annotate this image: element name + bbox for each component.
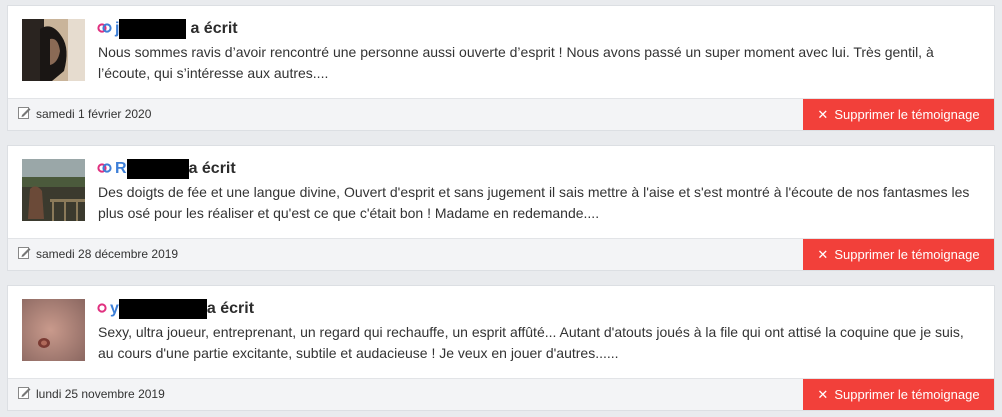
testimonial-headline: Ra écrit: [97, 159, 236, 179]
testimonial-date: samedi 28 décembre 2019: [18, 247, 178, 261]
close-icon: ✕: [817, 386, 829, 402]
author-name[interactable]: R: [115, 160, 127, 177]
testimonial-date: lundi 25 novembre 2019: [18, 387, 165, 401]
testimonial-date: samedi 1 février 2020: [18, 107, 151, 121]
testimonial-footer: samedi 1 février 2020 ✕ Supprimer le témo…: [8, 98, 994, 130]
delete-testimonial-button[interactable]: ✕ Supprimer le témoignage: [803, 99, 994, 130]
testimonial-list: ja écrit Nous sommes ravis d’avoir renco…: [0, 0, 1002, 417]
testimonial-headline: ja écrit: [97, 19, 238, 39]
close-icon: ✕: [817, 106, 829, 122]
date-label: samedi 1 février 2020: [36, 107, 152, 121]
testimonial-body: y a écrit Sexy, ultra joueur, entreprenan…: [8, 286, 994, 378]
delete-label: Supprimer le témoignage: [834, 247, 980, 262]
testimonial-text: Sexy, ultra joueur, entreprenant, un reg…: [98, 324, 964, 361]
single-ring-icon: [97, 303, 107, 313]
double-ring-icon: [97, 163, 112, 173]
edit-icon: [18, 387, 31, 400]
delete-testimonial-button[interactable]: ✕ Supprimer le témoignage: [803, 379, 994, 410]
edit-icon: [18, 247, 31, 260]
testimonial-card: Ra écrit Des doigts de fée et une langue…: [7, 145, 995, 271]
wrote-label: a écrit: [188, 160, 236, 177]
date-label: samedi 28 décembre 2019: [36, 247, 179, 261]
testimonial-body: ja écrit Nous sommes ravis d’avoir renco…: [8, 6, 994, 98]
testimonial-text: Nous sommes ravis d’avoir rencontré une …: [98, 44, 934, 81]
wrote-label: a écrit: [190, 20, 238, 37]
testimonial-card: ja écrit Nous sommes ravis d’avoir renco…: [7, 5, 995, 131]
date-label: lundi 25 novembre 2019: [36, 387, 165, 401]
close-icon: ✕: [817, 246, 829, 262]
testimonial-headline: y a écrit: [97, 299, 254, 319]
redacted-name: [118, 299, 207, 319]
testimonial-card: y a écrit Sexy, ultra joueur, entreprenan…: [7, 285, 995, 411]
avatar[interactable]: [22, 19, 85, 81]
delete-label: Supprimer le témoignage: [834, 107, 980, 122]
avatar[interactable]: [22, 159, 85, 221]
testimonial-body: Ra écrit Des doigts de fée et une langue…: [8, 146, 994, 238]
double-ring-icon: [97, 23, 112, 33]
delete-testimonial-button[interactable]: ✕ Supprimer le témoignage: [803, 239, 994, 270]
testimonial-text: Des doigts de fée et une langue divine, …: [98, 184, 970, 221]
delete-label: Supprimer le témoignage: [834, 387, 980, 402]
testimonial-footer: lundi 25 novembre 2019 ✕ Supprimer le tém…: [8, 378, 994, 410]
redacted-name: [126, 159, 189, 179]
testimonial-footer: samedi 28 décembre 2019 ✕ Supprimer le té…: [8, 238, 994, 270]
avatar[interactable]: [22, 299, 85, 361]
edit-icon: [18, 107, 31, 120]
author-name[interactable]: y: [110, 300, 119, 317]
wrote-label: a écrit: [206, 300, 255, 317]
redacted-name: [119, 19, 187, 39]
